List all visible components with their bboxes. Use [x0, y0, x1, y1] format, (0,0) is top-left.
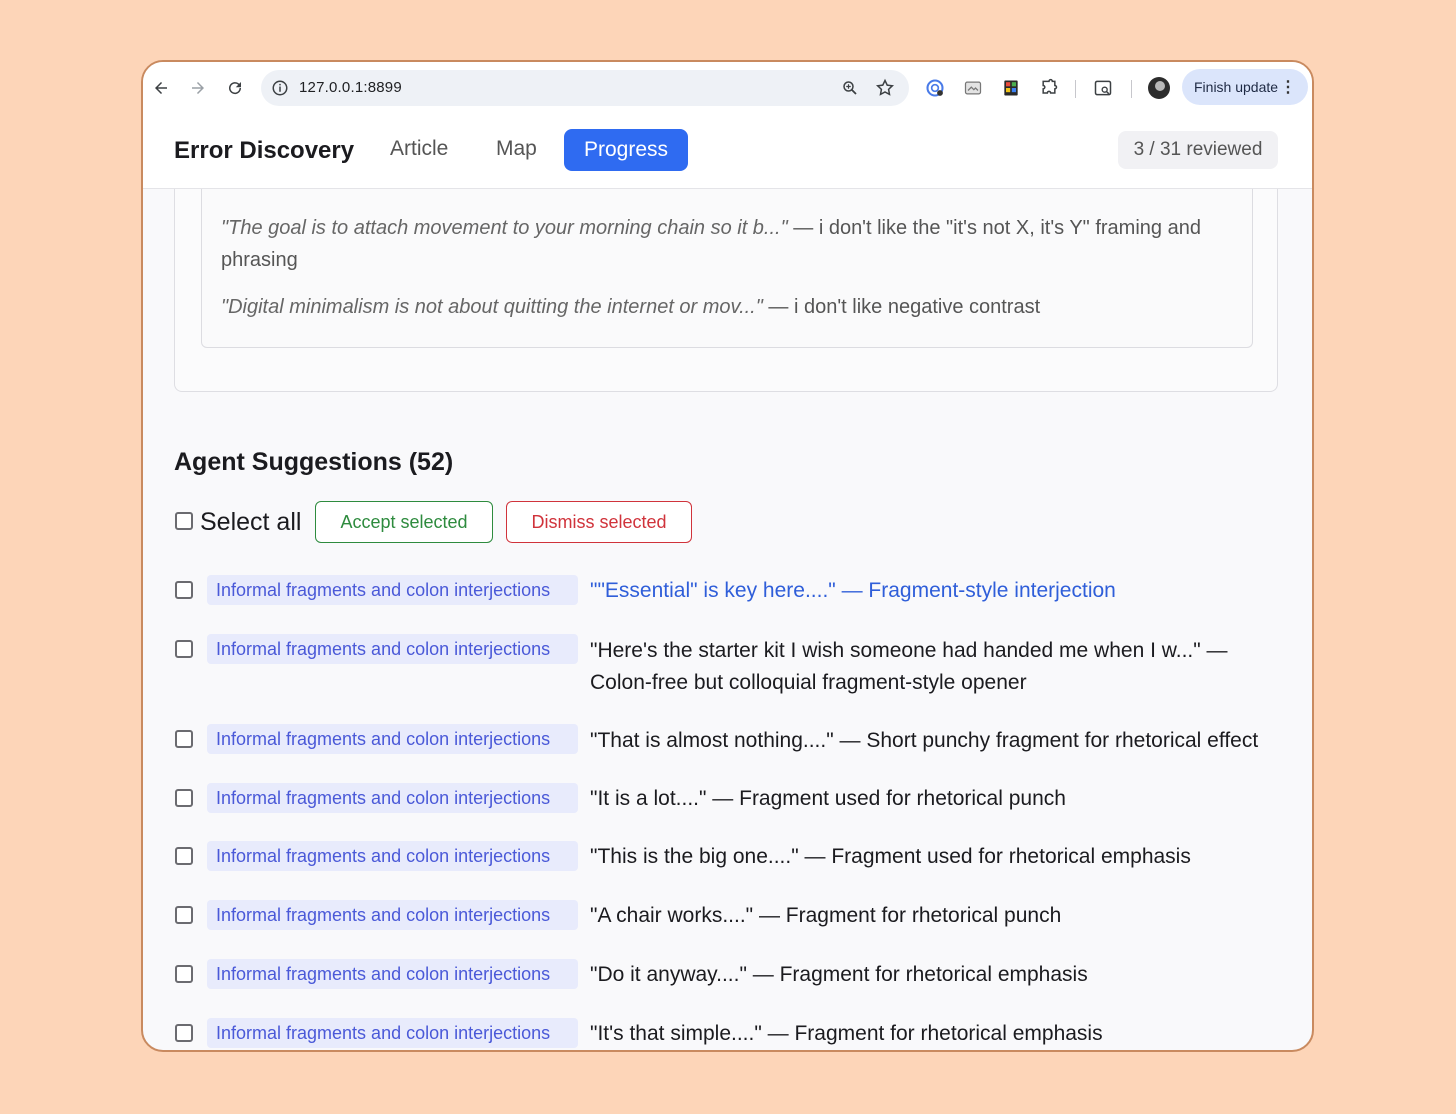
forward-icon[interactable]: [186, 76, 210, 100]
app-header: Error Discovery Article Map Progress 3 /…: [143, 114, 1312, 189]
feedback-item: "The goal is to attach movement to your …: [221, 212, 1241, 276]
profile-avatar[interactable]: [1148, 77, 1170, 99]
select-all-checkbox[interactable]: [175, 512, 193, 530]
browser-window: 127.0.0.1:8899 Finish update ⋮ "The goal…: [141, 60, 1314, 1052]
reviewed-count-badge: 3 / 31 reviewed: [1118, 131, 1278, 169]
reload-icon[interactable]: [223, 76, 247, 100]
feedback-item: "Digital minimalism is not about quittin…: [221, 291, 1241, 323]
browser-toolbar: 127.0.0.1:8899 Finish update ⋮: [143, 62, 1312, 115]
kebab-menu-icon[interactable]: ⋮: [1280, 77, 1296, 97]
back-icon[interactable]: [149, 76, 173, 100]
category-tag: Informal fragments and colon interjectio…: [207, 634, 578, 664]
category-tag: Informal fragments and colon interjectio…: [207, 575, 578, 605]
address-bar[interactable]: 127.0.0.1:8899: [261, 70, 909, 106]
screenshot-extension-icon[interactable]: [963, 78, 983, 98]
feedback-comment: — i don't like negative contrast: [762, 296, 1041, 318]
suggestion-link[interactable]: ""Essential" is key here...." — Fragment…: [590, 575, 1280, 607]
extension-icon[interactable]: [925, 78, 945, 98]
suggestion-text: "That is almost nothing...." — Short pun…: [590, 729, 1259, 752]
toolbar-divider: [1131, 80, 1132, 98]
suggestion-checkbox[interactable]: [175, 789, 193, 807]
select-all-label[interactable]: Select all: [200, 508, 301, 537]
suggestion-text: "It's that simple...." — Fragment for rh…: [590, 1022, 1103, 1045]
suggestion-checkbox[interactable]: [175, 847, 193, 865]
app-title: Error Discovery: [174, 137, 355, 164]
suggestion-checkbox[interactable]: [175, 581, 193, 599]
category-tag: Informal fragments and colon interjectio…: [207, 900, 578, 930]
tab-article[interactable]: Article: [390, 137, 448, 161]
suggestion-text: "This is the big one...." — Fragment use…: [590, 845, 1191, 868]
category-tag: Informal fragments and colon interjectio…: [207, 959, 578, 989]
suggestion-checkbox[interactable]: [175, 906, 193, 924]
toolbar-divider: [1075, 80, 1076, 98]
url-text[interactable]: 127.0.0.1:8899: [299, 79, 402, 96]
zoom-icon[interactable]: [841, 79, 859, 97]
suggestion-text: "A chair works...." — Fragment for rheto…: [590, 904, 1062, 927]
suggestion-text: "Do it anyway...." — Fragment for rhetor…: [590, 963, 1088, 986]
feedback-quote: "The goal is to attach movement to your …: [221, 217, 788, 239]
bookmark-star-icon[interactable]: [875, 78, 895, 98]
dismiss-selected-button[interactable]: Dismiss selected: [506, 501, 692, 543]
color-picker-extension-icon[interactable]: [1001, 78, 1021, 98]
finish-update-label: Finish update: [1194, 79, 1279, 95]
tab-map[interactable]: Map: [496, 137, 537, 161]
suggestions-heading: Agent Suggestions (52): [174, 448, 454, 476]
suggestion-checkbox[interactable]: [175, 1024, 193, 1042]
suggestion-checkbox[interactable]: [175, 730, 193, 748]
category-tag: Informal fragments and colon interjectio…: [207, 1018, 578, 1048]
category-tag: Informal fragments and colon interjectio…: [207, 841, 578, 871]
category-tag: Informal fragments and colon interjectio…: [207, 724, 578, 754]
suggestion-checkbox[interactable]: [175, 965, 193, 983]
finish-update-button[interactable]: Finish update ⋮: [1182, 69, 1308, 105]
site-info-icon[interactable]: [271, 79, 289, 97]
tab-search-icon[interactable]: [1093, 78, 1113, 98]
tab-progress[interactable]: Progress: [564, 129, 688, 171]
puzzle-extensions-icon[interactable]: [1039, 78, 1059, 98]
category-tag: Informal fragments and colon interjectio…: [207, 783, 578, 813]
suggestion-text: "Here's the starter kit I wish someone h…: [590, 639, 1228, 694]
accept-selected-button[interactable]: Accept selected: [315, 501, 493, 543]
suggestion-checkbox[interactable]: [175, 640, 193, 658]
suggestion-text: "It is a lot...." — Fragment used for rh…: [590, 787, 1066, 810]
feedback-quote: "Digital minimalism is not about quittin…: [221, 296, 763, 318]
